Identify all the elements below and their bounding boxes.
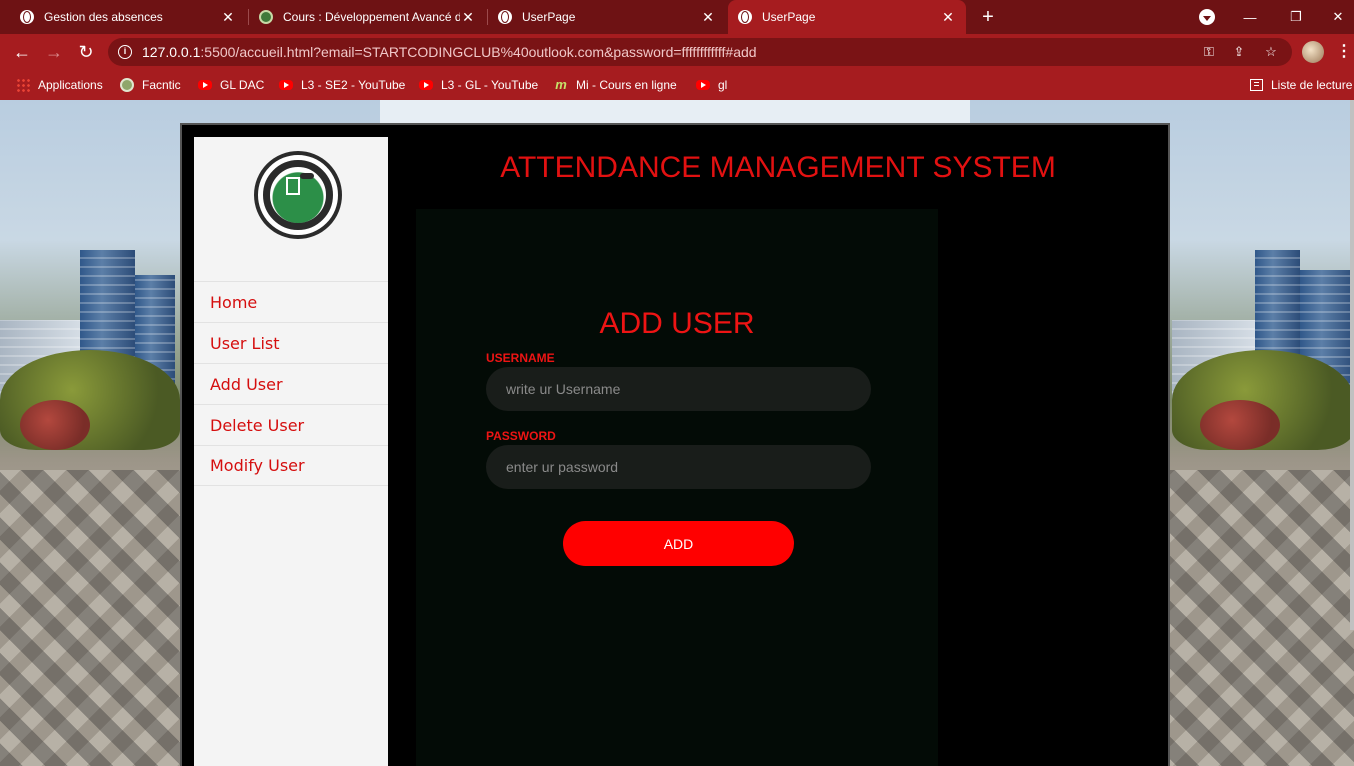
tab-cours-developpement[interactable]: Cours : Développement Avancé d ✕ [249, 0, 486, 34]
bookmark-label: L3 - GL - YouTube [441, 78, 539, 92]
close-icon[interactable]: ✕ [220, 9, 236, 26]
background-tree [1200, 400, 1280, 450]
share-icon[interactable]: ⇪ [1230, 44, 1248, 60]
bookmark-applications[interactable]: Applications [16, 76, 103, 94]
app-container: Home User List Add User Delete User Modi… [180, 123, 1170, 766]
bookmark-label: Mi - Cours en ligne [576, 78, 677, 92]
sidebar-item-add-user[interactable]: Add User [194, 363, 388, 404]
globe-icon [498, 10, 512, 24]
apps-icon [16, 78, 30, 92]
page-scrollbar[interactable] [1350, 100, 1354, 630]
minimize-button[interactable]: — [1230, 0, 1270, 34]
reading-list-icon [1250, 79, 1263, 91]
url-path: :5500/accueil.html?email=STARTCODINGCLUB… [200, 44, 757, 60]
tab-gestion-des-absences[interactable]: Gestion des absences ✕ [0, 0, 246, 34]
page-viewport: Home User List Add User Delete User Modi… [0, 100, 1354, 766]
password-label: PASSWORD [486, 429, 556, 443]
tab-title: UserPage [522, 10, 576, 24]
bookmark-label: L3 - SE2 - YouTube [301, 78, 406, 92]
bookmarks-bar: Applications Facntic GL DAC L3 - SE2 - Y… [0, 70, 1354, 100]
more-menu-icon[interactable]: ⋮ [1336, 42, 1352, 62]
form-title: ADD USER [599, 307, 755, 340]
reading-list-label: Liste de lecture [1271, 78, 1353, 92]
tab-title: UserPage [762, 10, 816, 24]
reading-list-button[interactable]: Liste de lecture [1250, 76, 1352, 94]
key-icon[interactable]: ⚿ [1200, 44, 1218, 60]
logo-emblem [263, 160, 333, 230]
tab-title: Cours : Développement Avancé d [283, 10, 460, 24]
bookmark-l3-se2[interactable]: L3 - SE2 - YouTube [279, 76, 405, 94]
username-label: USERNAME [486, 351, 555, 365]
star-icon[interactable]: ☆ [1262, 44, 1280, 60]
close-icon[interactable]: ✕ [940, 9, 956, 26]
page-title: ATTENDANCE MANAGEMENT SYSTEM [500, 151, 1056, 184]
tab-title: Gestion des absences [44, 10, 163, 24]
add-user-button[interactable]: ADD [563, 521, 794, 566]
bookmark-mi-cours[interactable]: m Mi - Cours en ligne [554, 76, 677, 94]
forward-arrow-icon[interactable]: → [42, 40, 66, 64]
password-input[interactable] [486, 445, 871, 489]
youtube-icon [419, 80, 433, 90]
sidebar: Home User List Add User Delete User Modi… [194, 137, 388, 766]
bookmark-label: gl [718, 78, 728, 92]
bookmark-label: Applications [38, 78, 103, 92]
facntic-icon [120, 78, 134, 92]
close-window-button[interactable]: ✕ [1318, 0, 1354, 34]
mi-icon: m [555, 77, 567, 92]
close-icon[interactable]: ✕ [700, 9, 716, 26]
sidebar-item-modify-user[interactable]: Modify User [194, 445, 388, 486]
url-host: 127.0.0.1 [142, 44, 201, 60]
background-tree [20, 400, 90, 450]
globe-icon [738, 10, 752, 24]
browser-toolbar: ← → ↻ i 127.0.0.1:5500/accueil.html?emai… [0, 34, 1354, 70]
globe-icon [20, 10, 34, 24]
university-logo [254, 151, 342, 239]
tab-userpage-active[interactable]: UserPage ✕ [728, 0, 966, 34]
youtube-icon [279, 80, 293, 90]
url-text[interactable]: 127.0.0.1:5500/accueil.html?email=STARTC… [142, 44, 757, 60]
sidebar-item-home[interactable]: Home [194, 281, 388, 322]
moodle-icon [259, 10, 273, 24]
bookmark-facntic[interactable]: Facntic [120, 76, 181, 94]
reload-icon[interactable]: ↻ [74, 40, 98, 64]
username-input[interactable] [486, 367, 871, 411]
info-icon[interactable]: i [118, 45, 132, 59]
bookmark-label: GL DAC [220, 78, 265, 92]
bookmark-label: Facntic [142, 78, 181, 92]
restore-button[interactable]: ❐ [1276, 0, 1316, 34]
address-bar[interactable]: i 127.0.0.1:5500/accueil.html?email=STAR… [108, 38, 1292, 66]
sidebar-item-delete-user[interactable]: Delete User [194, 404, 388, 445]
new-tab-button[interactable]: + [978, 6, 998, 28]
profile-avatar[interactable] [1302, 41, 1324, 63]
youtube-icon [696, 80, 710, 90]
bookmark-l3-gl[interactable]: L3 - GL - YouTube [419, 76, 538, 94]
tab-search-icon[interactable] [1199, 9, 1215, 25]
bookmark-gl[interactable]: gl [696, 76, 727, 94]
bookmark-gl-dac[interactable]: GL DAC [198, 76, 264, 94]
close-icon[interactable]: ✕ [460, 9, 476, 26]
tab-strip: Gestion des absences ✕ Cours : Développe… [0, 0, 1354, 34]
back-arrow-icon[interactable]: ← [10, 40, 34, 64]
sidebar-menu: Home User List Add User Delete User Modi… [194, 281, 388, 486]
add-user-form: ADD USER USERNAME PASSWORD ADD [416, 209, 938, 766]
tab-userpage[interactable]: UserPage ✕ [488, 0, 726, 34]
youtube-icon [198, 80, 212, 90]
sidebar-item-user-list[interactable]: User List [194, 322, 388, 363]
